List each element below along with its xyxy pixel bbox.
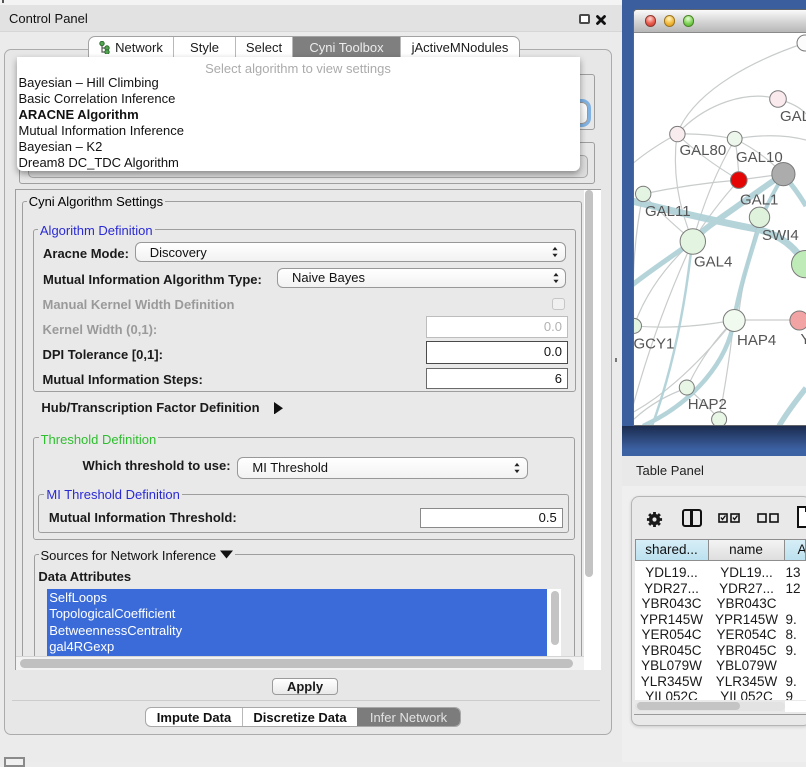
svg-text:GCY1: GCY1 <box>634 336 674 353</box>
svg-text:HAP4: HAP4 <box>737 332 776 349</box>
svg-text:SWI4: SWI4 <box>762 227 799 244</box>
svg-text:GAL1: GAL1 <box>740 192 778 209</box>
svg-text:GAL4: GAL4 <box>694 254 732 271</box>
svg-text:GAL80: GAL80 <box>680 142 727 159</box>
svg-text:GAL2: GAL2 <box>780 108 806 125</box>
svg-text:Y: Y <box>801 331 806 348</box>
svg-text:GAL11: GAL11 <box>645 203 691 220</box>
svg-text:HAP2: HAP2 <box>688 396 727 413</box>
svg-text:GAL10: GAL10 <box>736 149 783 166</box>
